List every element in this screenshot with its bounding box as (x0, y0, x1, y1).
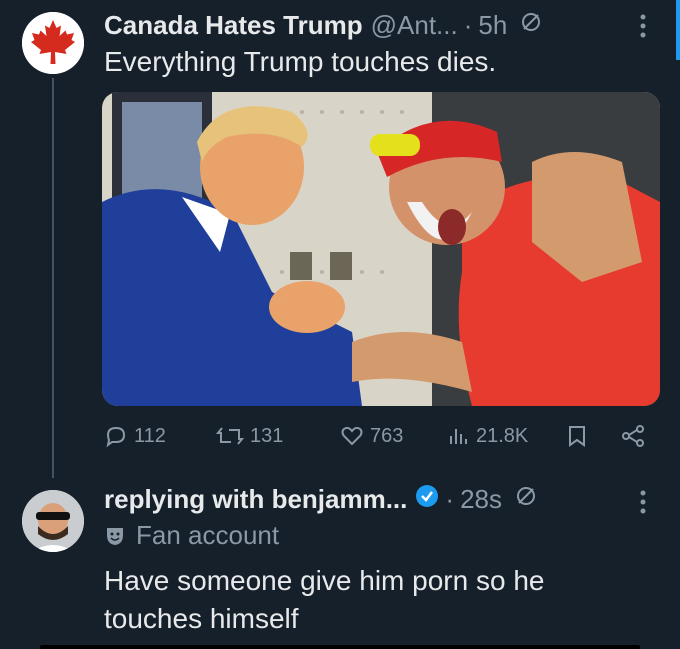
bookmark-icon (569, 426, 585, 447)
reply-avatar[interactable] (22, 490, 84, 552)
fan-account-label: Fan account (104, 520, 279, 551)
mute-icon[interactable] (514, 484, 538, 515)
separator-dot: · (445, 484, 455, 514)
reply-header: replying with benjamm... · 28s (104, 484, 538, 515)
reply-text: Have someone give him porn so he touches… (104, 565, 545, 634)
repost-icon (216, 427, 244, 445)
tweet-text: Everything Trump touches dies. (104, 46, 497, 77)
like-count: 763 (370, 424, 404, 447)
mute-icon[interactable] (519, 10, 543, 41)
fan-account-icon (107, 527, 123, 545)
more-icon[interactable] (638, 12, 648, 47)
tweet-photo[interactable] (102, 92, 660, 406)
reply-time[interactable]: 28s (460, 484, 502, 515)
like-button[interactable]: 763 (340, 424, 403, 448)
reply-button[interactable]: 112 (104, 424, 166, 448)
thread-line (52, 78, 54, 478)
maple-leaf-icon (22, 12, 84, 74)
tweet-time[interactable]: 5h (478, 10, 507, 41)
separator-dot: · (463, 10, 473, 40)
author-name[interactable]: Canada Hates Trump (104, 10, 363, 41)
verified-icon (415, 484, 439, 515)
fan-account-text: Fan account (136, 520, 280, 550)
bookmark-button[interactable] (566, 424, 588, 448)
like-icon (341, 426, 363, 446)
bottom-divider (40, 645, 640, 649)
share-icon (622, 425, 644, 447)
reply-author-name[interactable]: replying with benjamm... (104, 484, 407, 515)
tweet-header: Canada Hates Trump @Ant... · 5h (104, 10, 543, 41)
share-button[interactable] (620, 424, 646, 448)
scroll-indicator (676, 0, 680, 60)
reply-icon (106, 426, 126, 448)
repost-button[interactable]: 131 (216, 424, 283, 448)
reply-avatar-image (22, 490, 84, 552)
repost-count: 131 (250, 424, 284, 447)
views-button[interactable]: 21.8K (446, 424, 528, 448)
tweet-actions: 112 131 763 21.8K (104, 424, 650, 454)
views-icon (450, 429, 467, 444)
reply-more-icon[interactable] (638, 488, 648, 523)
reply-count: 112 (134, 424, 166, 447)
views-count: 21.8K (476, 424, 529, 447)
author-avatar[interactable] (22, 12, 84, 74)
author-handle[interactable]: @Ant... (371, 10, 458, 41)
